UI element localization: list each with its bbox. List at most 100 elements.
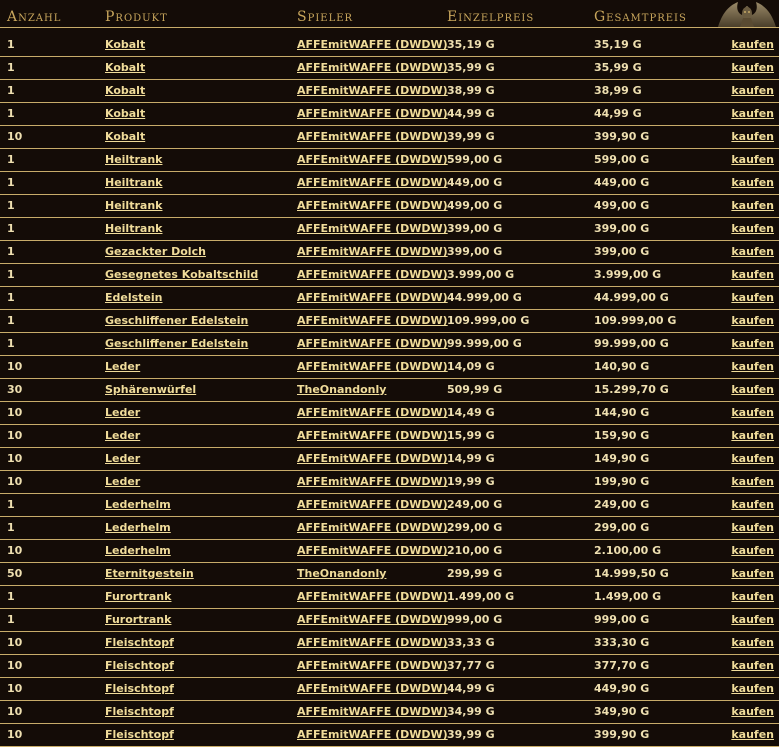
player-link[interactable]: AFFEmitWAFFE (DWDW) [297, 38, 448, 52]
product-link[interactable]: Furortrank [105, 613, 171, 627]
player-link[interactable]: AFFEmitWAFFE (DWDW) [297, 498, 448, 512]
buy-link[interactable]: kaufen [731, 659, 774, 673]
buy-link[interactable]: kaufen [731, 153, 774, 167]
product-link[interactable]: Lederhelm [105, 498, 171, 512]
total-price-cell: 499,00 G [594, 199, 650, 212]
product-link[interactable]: Lederhelm [105, 544, 171, 558]
buy-link[interactable]: kaufen [731, 383, 774, 397]
player-link[interactable]: AFFEmitWAFFE (DWDW) [297, 268, 448, 282]
product-link[interactable]: Leder [105, 360, 140, 374]
buy-link[interactable]: kaufen [731, 613, 774, 627]
player-link[interactable]: AFFEmitWAFFE (DWDW) [297, 337, 448, 351]
buy-link[interactable]: kaufen [731, 84, 774, 98]
buy-link[interactable]: kaufen [731, 314, 774, 328]
product-link[interactable]: Gezackter Dolch [105, 245, 206, 259]
player-link[interactable]: AFFEmitWAFFE (DWDW) [297, 728, 448, 742]
player-link[interactable]: AFFEmitWAFFE (DWDW) [297, 199, 448, 213]
buy-link[interactable]: kaufen [731, 130, 774, 144]
player-link[interactable]: AFFEmitWAFFE (DWDW) [297, 406, 448, 420]
player-link[interactable]: TheOnandonly [297, 383, 386, 397]
buy-link[interactable]: kaufen [731, 176, 774, 190]
product-link[interactable]: Kobalt [105, 107, 145, 121]
product-link[interactable]: Geschliffener Edelstein [105, 337, 248, 351]
buy-link[interactable]: kaufen [731, 636, 774, 650]
product-link[interactable]: Leder [105, 429, 140, 443]
player-link[interactable]: AFFEmitWAFFE (DWDW) [297, 429, 448, 443]
product-link[interactable]: Heiltrank [105, 222, 162, 236]
player-link[interactable]: AFFEmitWAFFE (DWDW) [297, 291, 448, 305]
qty-cell: 1 [7, 498, 15, 511]
product-link[interactable]: Kobalt [105, 130, 145, 144]
product-link[interactable]: Leder [105, 406, 140, 420]
buy-link[interactable]: kaufen [731, 728, 774, 742]
product-link[interactable]: Fleischtopf [105, 705, 174, 719]
product-link[interactable]: Fleischtopf [105, 728, 174, 742]
buy-link[interactable]: kaufen [731, 268, 774, 282]
player-link[interactable]: AFFEmitWAFFE (DWDW) [297, 360, 448, 374]
player-link[interactable]: AFFEmitWAFFE (DWDW) [297, 636, 448, 650]
player-link[interactable]: AFFEmitWAFFE (DWDW) [297, 176, 448, 190]
player-link[interactable]: AFFEmitWAFFE (DWDW) [297, 590, 448, 604]
player-link[interactable]: AFFEmitWAFFE (DWDW) [297, 682, 448, 696]
unit-price-cell: 999,00 G [447, 613, 503, 626]
buy-link[interactable]: kaufen [731, 337, 774, 351]
player-link[interactable]: AFFEmitWAFFE (DWDW) [297, 475, 448, 489]
buy-link[interactable]: kaufen [731, 406, 774, 420]
player-link[interactable]: AFFEmitWAFFE (DWDW) [297, 153, 448, 167]
buy-link[interactable]: kaufen [731, 452, 774, 466]
product-link[interactable]: Heiltrank [105, 176, 162, 190]
product-link[interactable]: Kobalt [105, 84, 145, 98]
player-link[interactable]: AFFEmitWAFFE (DWDW) [297, 61, 448, 75]
player-link[interactable]: AFFEmitWAFFE (DWDW) [297, 314, 448, 328]
unit-price-cell: 1.499,00 G [447, 590, 515, 603]
player-link[interactable]: AFFEmitWAFFE (DWDW) [297, 245, 448, 259]
product-link[interactable]: Lederhelm [105, 521, 171, 535]
buy-link[interactable]: kaufen [731, 590, 774, 604]
buy-link[interactable]: kaufen [731, 475, 774, 489]
product-link[interactable]: Fleischtopf [105, 636, 174, 650]
player-link[interactable]: AFFEmitWAFFE (DWDW) [297, 544, 448, 558]
buy-link[interactable]: kaufen [731, 245, 774, 259]
player-link[interactable]: AFFEmitWAFFE (DWDW) [297, 659, 448, 673]
buy-link[interactable]: kaufen [731, 360, 774, 374]
buy-link[interactable]: kaufen [731, 107, 774, 121]
buy-link[interactable]: kaufen [731, 291, 774, 305]
buy-link[interactable]: kaufen [731, 222, 774, 236]
player-link[interactable]: AFFEmitWAFFE (DWDW) [297, 613, 448, 627]
buy-link[interactable]: kaufen [731, 199, 774, 213]
player-link[interactable]: AFFEmitWAFFE (DWDW) [297, 222, 448, 236]
player-link[interactable]: AFFEmitWAFFE (DWDW) [297, 521, 448, 535]
buy-link[interactable]: kaufen [731, 544, 774, 558]
product-link[interactable]: Fleischtopf [105, 682, 174, 696]
product-link[interactable]: Heiltrank [105, 153, 162, 167]
product-link[interactable]: Gesegnetes Kobaltschild [105, 268, 258, 282]
buy-link[interactable]: kaufen [731, 682, 774, 696]
player-link[interactable]: AFFEmitWAFFE (DWDW) [297, 84, 448, 98]
buy-link[interactable]: kaufen [731, 61, 774, 75]
product-link[interactable]: Furortrank [105, 590, 171, 604]
buy-link[interactable]: kaufen [731, 521, 774, 535]
player-link[interactable]: AFFEmitWAFFE (DWDW) [297, 130, 448, 144]
total-price-cell: 333,30 G [594, 636, 650, 649]
total-price-cell: 149,90 G [594, 452, 650, 465]
product-link[interactable]: Leder [105, 475, 140, 489]
buy-link[interactable]: kaufen [731, 498, 774, 512]
product-link[interactable]: Eternitgestein [105, 567, 194, 581]
buy-link[interactable]: kaufen [731, 429, 774, 443]
buy-link[interactable]: kaufen [731, 38, 774, 52]
player-link[interactable]: AFFEmitWAFFE (DWDW) [297, 452, 448, 466]
product-link[interactable]: Sphärenwürfel [105, 383, 196, 397]
product-link[interactable]: Heiltrank [105, 199, 162, 213]
buy-link[interactable]: kaufen [731, 567, 774, 581]
player-link[interactable]: AFFEmitWAFFE (DWDW) [297, 705, 448, 719]
product-link[interactable]: Kobalt [105, 38, 145, 52]
player-link[interactable]: AFFEmitWAFFE (DWDW) [297, 107, 448, 121]
product-link[interactable]: Geschliffener Edelstein [105, 314, 248, 328]
product-link[interactable]: Fleischtopf [105, 659, 174, 673]
product-link[interactable]: Edelstein [105, 291, 163, 305]
qty-cell: 1 [7, 38, 15, 51]
buy-link[interactable]: kaufen [731, 705, 774, 719]
player-link[interactable]: TheOnandonly [297, 567, 386, 581]
product-link[interactable]: Leder [105, 452, 140, 466]
product-link[interactable]: Kobalt [105, 61, 145, 75]
